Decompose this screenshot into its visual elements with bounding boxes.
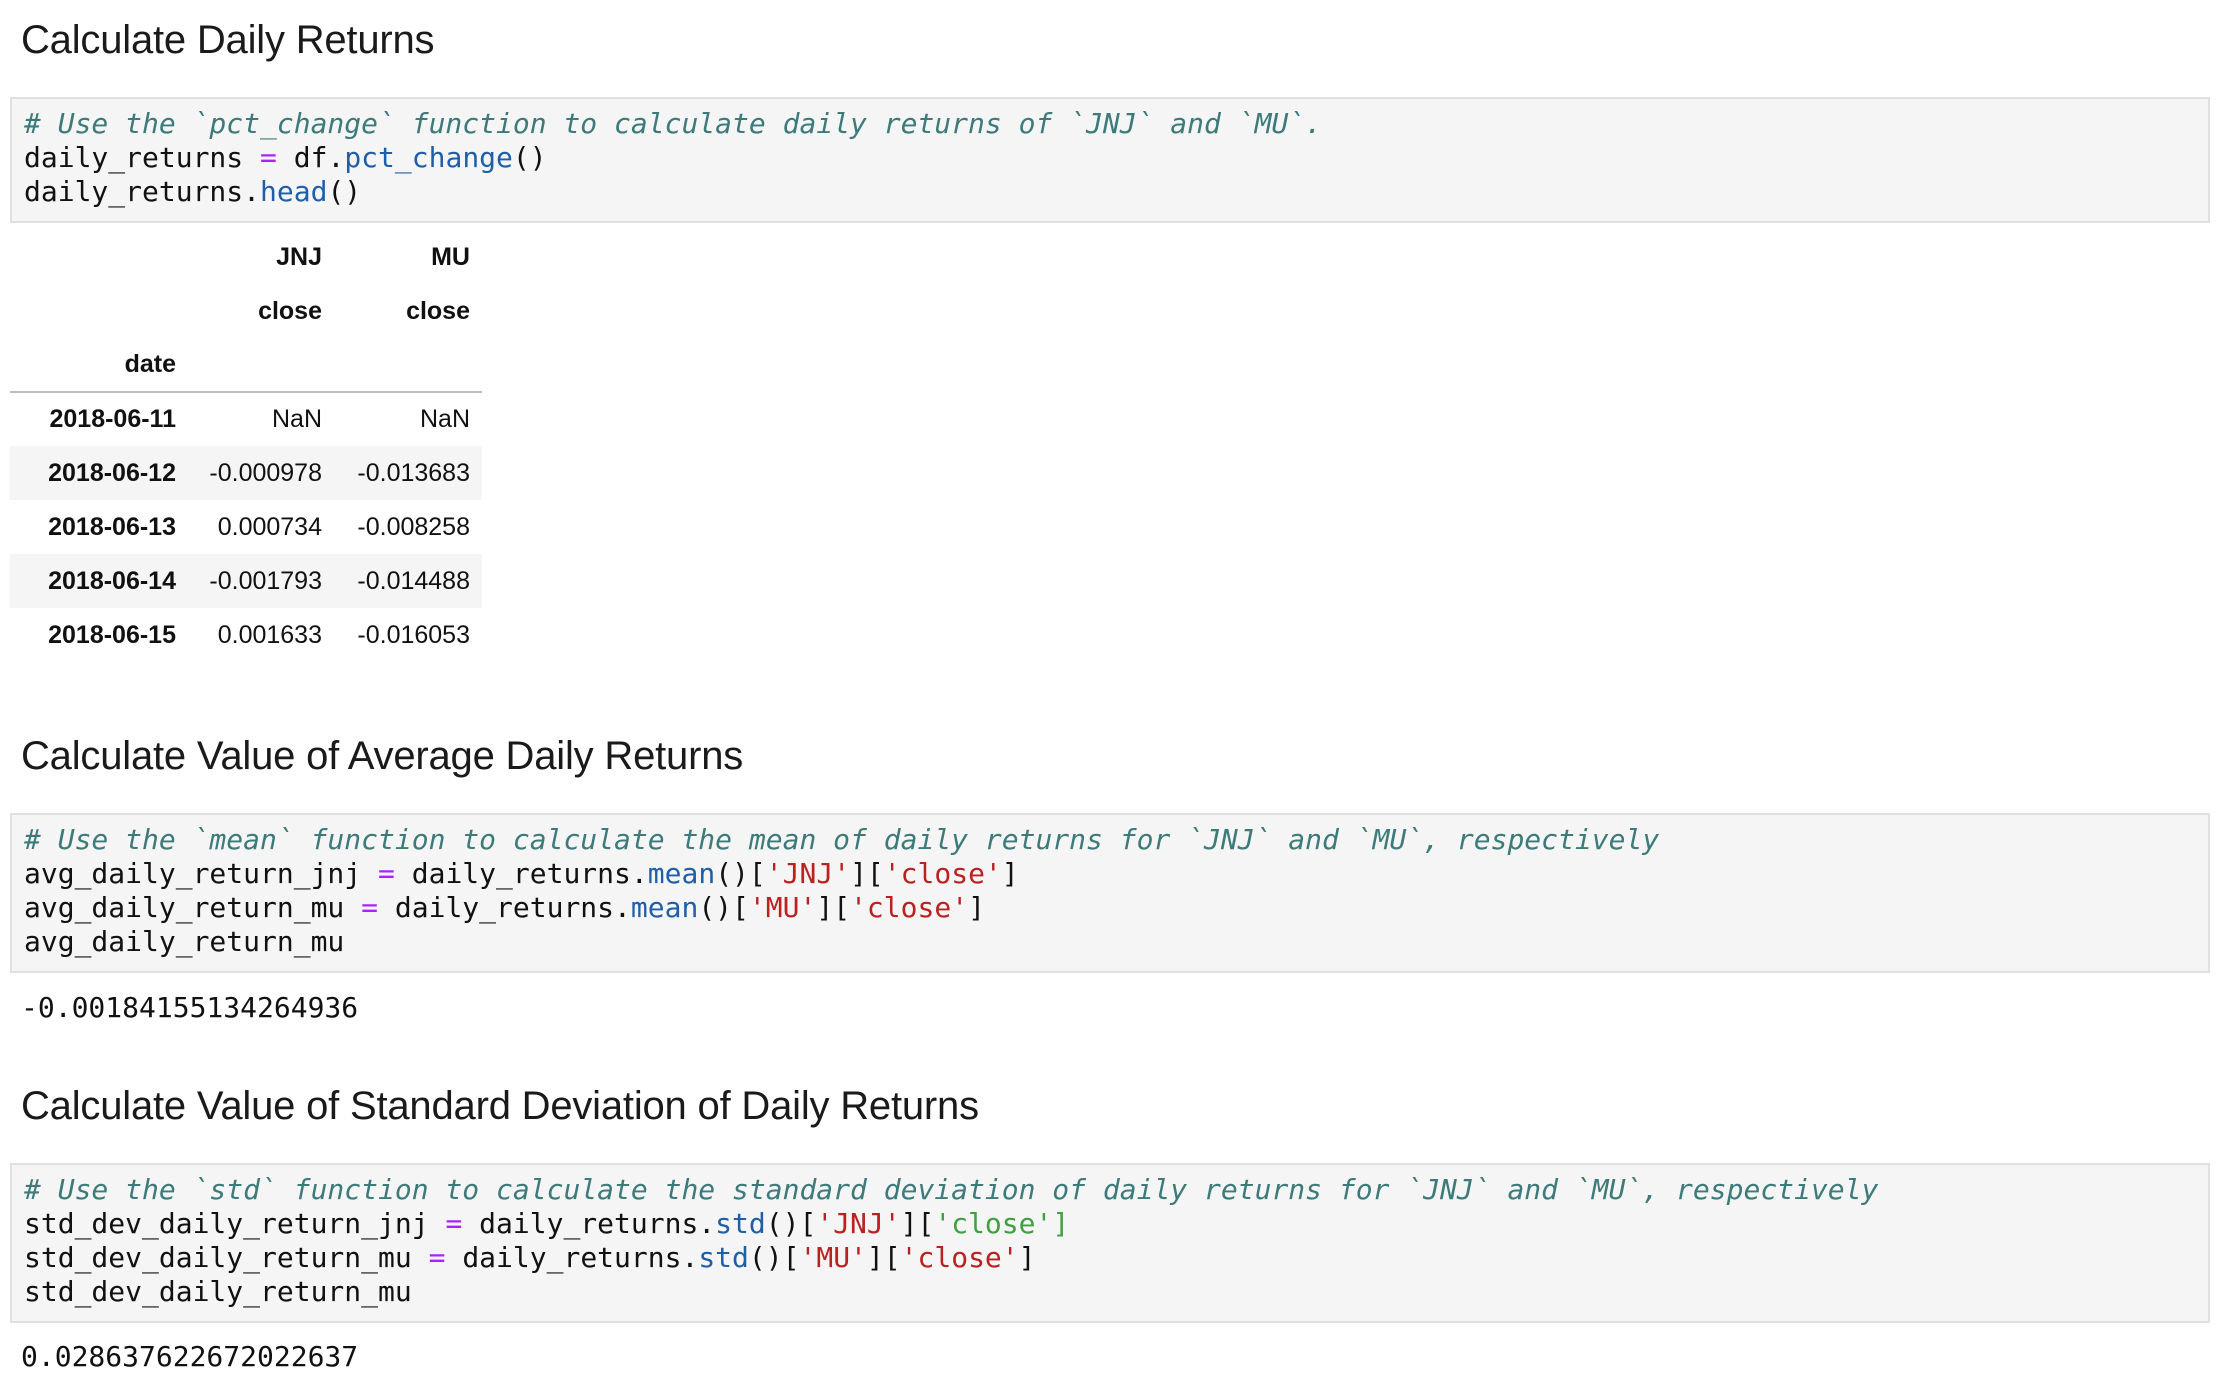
code-variable: avg_daily_return_jnj (24, 857, 362, 890)
code-punctuation: ()[ (715, 857, 766, 890)
code-string: 'JNJ' (765, 857, 851, 890)
code-punctuation: ] (1018, 1241, 1036, 1274)
code-function: pct_change (344, 141, 513, 174)
code-punctuation: ()[ (698, 891, 749, 924)
cell-jnj-close: 0.001633 (217, 620, 322, 649)
table-row: 2018-06-11 NaN NaN (10, 392, 482, 446)
cell-mu-close: NaN (419, 405, 470, 433)
table-row: 2018-06-13 0.000734 -0.008258 (10, 500, 482, 554)
code-punctuation: ][ (866, 1241, 901, 1274)
output-average-daily-return: -0.00184155134264936 (21, 991, 359, 1024)
row-index-date: 2018-06-11 (49, 405, 176, 433)
code-line: std_dev_daily_return_mu (24, 1275, 2208, 1309)
code-punctuation-highlighted: ] (1052, 1207, 1070, 1240)
index-name-header: date (10, 338, 188, 393)
dataframe-output-table: JNJ MU close close date 2018-06-11 NaN N… (10, 230, 482, 662)
code-variable: std_dev_daily_return_jnj (24, 1207, 429, 1240)
code-comment: # Use the `pct_change` function to calcu… (24, 107, 1323, 140)
column-header-level0: MU (431, 242, 470, 271)
code-string: 'MU' (799, 1241, 867, 1274)
code-punctuation: ] (1001, 857, 1019, 890)
code-comment: # Use the `std` function to calculate th… (24, 1173, 1879, 1206)
cell-mu-close: -0.016053 (357, 620, 470, 649)
code-function: std (698, 1241, 749, 1274)
cell-mu-close: -0.013683 (357, 458, 470, 487)
code-punctuation: ][ (850, 857, 884, 890)
code-string: 'close' (900, 1241, 1019, 1274)
code-punctuation: ][ (900, 1207, 935, 1240)
code-line: daily_returns.head() (24, 175, 2208, 209)
code-cell-average-returns[interactable]: # Use the `mean` function to calculate t… (10, 813, 2210, 973)
code-object: df. (293, 141, 345, 174)
code-string: 'MU' (748, 891, 817, 924)
table-corner (10, 284, 188, 338)
row-index-date: 2018-06-15 (48, 620, 176, 649)
table-corner (10, 230, 188, 284)
code-punctuation: ] (968, 891, 985, 924)
code-punctuation: ()[ (765, 1207, 817, 1240)
row-index-date: 2018-06-14 (48, 566, 176, 595)
code-variable: std_dev_daily_return_mu (24, 1241, 412, 1274)
code-object: daily_returns. (411, 857, 648, 890)
code-object: daily_returns. (24, 175, 261, 208)
code-punctuation: ()[ (748, 1241, 800, 1274)
code-string: 'close' (883, 857, 1002, 890)
table-header-empty (188, 338, 334, 393)
code-operator: = (260, 141, 277, 174)
column-header-level1: close (258, 296, 322, 325)
code-operator: = (378, 857, 395, 890)
code-line: avg_daily_return_mu (24, 925, 2208, 959)
code-function: head (260, 175, 328, 208)
code-variable: avg_daily_return_mu (24, 891, 345, 924)
output-standard-deviation: 0.028637622672022637 (21, 1340, 359, 1373)
code-operator: = (445, 1207, 463, 1240)
code-object: daily_returns. (462, 1241, 699, 1274)
cell-jnj-close: -0.000978 (209, 458, 322, 487)
code-punctuation: ][ (816, 891, 851, 924)
section-heading-average-returns: Calculate Value of Average Daily Returns (21, 734, 744, 778)
code-line: # Use the `pct_change` function to calcu… (24, 107, 2208, 141)
row-index-date: 2018-06-13 (48, 512, 176, 541)
column-header-level1: close (406, 296, 470, 325)
code-operator: = (361, 891, 379, 924)
code-cell-standard-deviation[interactable]: # Use the `std` function to calculate th… (10, 1163, 2210, 1323)
section-heading-daily-returns: Calculate Daily Returns (21, 18, 435, 62)
code-punctuation: () (327, 175, 362, 208)
code-string: 'JNJ' (816, 1207, 901, 1240)
code-function: mean (647, 857, 716, 890)
code-operator: = (428, 1241, 446, 1274)
row-index-date: 2018-06-12 (48, 458, 176, 487)
code-variable: daily_returns (24, 141, 244, 174)
column-header-level0: JNJ (276, 242, 322, 271)
code-cell-daily-returns[interactable]: # Use the `pct_change` function to calcu… (10, 97, 2210, 223)
section-heading-standard-deviation: Calculate Value of Standard Deviation of… (21, 1084, 979, 1128)
code-comment: # Use the `mean` function to calculate t… (24, 823, 1660, 856)
code-punctuation: () (512, 141, 547, 174)
table-row: 2018-06-15 0.001633 -0.016053 (10, 608, 482, 662)
code-line: std_dev_daily_return_mu = daily_returns.… (24, 1241, 2208, 1275)
code-string: 'close' (850, 891, 969, 924)
code-string-highlighted: 'close' (934, 1207, 1053, 1240)
code-variable: avg_daily_return_mu (24, 925, 345, 958)
code-line: std_dev_daily_return_jnj = daily_returns… (24, 1207, 2208, 1241)
table-row: 2018-06-14 -0.001793 -0.014488 (10, 554, 482, 608)
code-object: daily_returns. (479, 1207, 716, 1240)
cell-jnj-close: NaN (271, 405, 322, 433)
code-line: daily_returns = df.pct_change() (24, 141, 2208, 175)
code-function: std (715, 1207, 766, 1240)
cell-mu-close: -0.008258 (357, 512, 470, 541)
code-line: # Use the `std` function to calculate th… (24, 1173, 2208, 1207)
code-variable: std_dev_daily_return_mu (24, 1275, 412, 1308)
code-function: mean (630, 891, 699, 924)
table-header-empty (334, 338, 482, 393)
code-line: avg_daily_return_mu = daily_returns.mean… (24, 891, 2208, 925)
cell-jnj-close: -0.001793 (209, 566, 322, 595)
code-line: avg_daily_return_jnj = daily_returns.mea… (24, 857, 2208, 891)
cell-mu-close: -0.014488 (357, 566, 470, 595)
cell-jnj-close: 0.000734 (217, 512, 322, 541)
table-row: 2018-06-12 -0.000978 -0.013683 (10, 446, 482, 500)
code-object: daily_returns. (394, 891, 631, 924)
code-line: # Use the `mean` function to calculate t… (24, 823, 2208, 857)
